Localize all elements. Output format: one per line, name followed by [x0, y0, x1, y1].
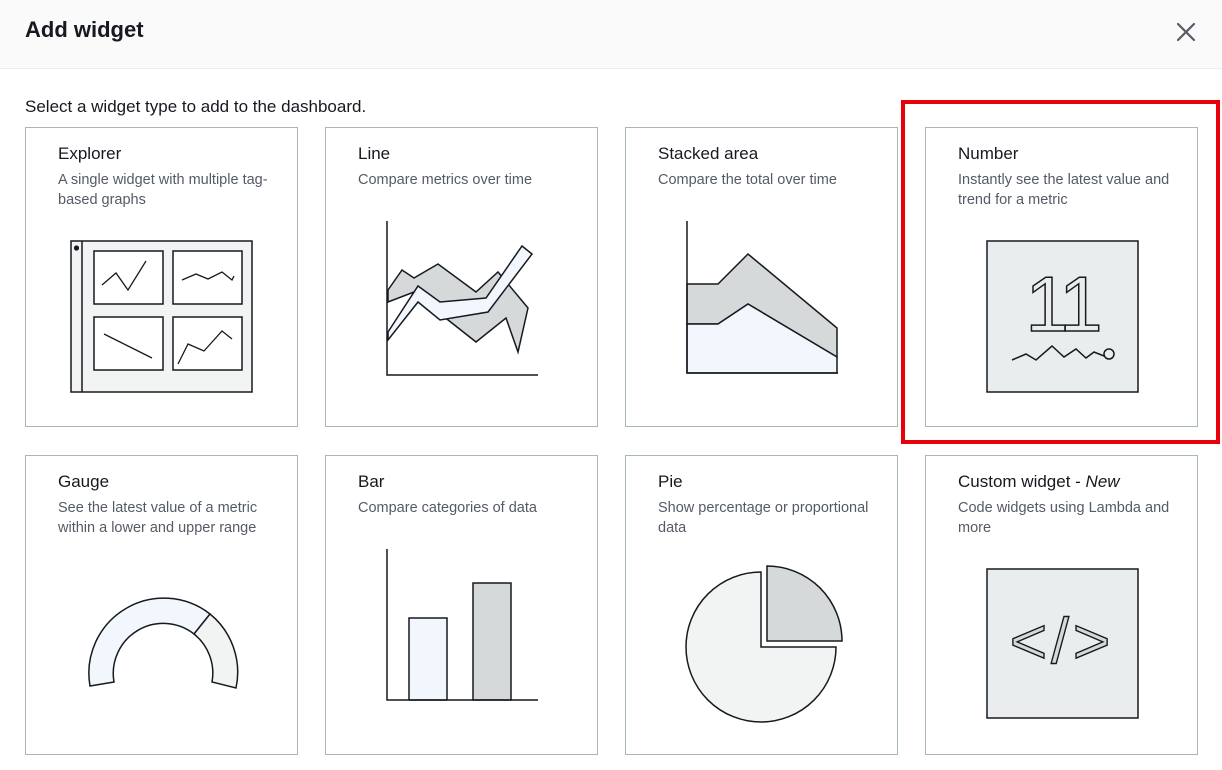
close-button[interactable] — [1170, 16, 1202, 48]
number-digits: 11 — [1026, 260, 1100, 348]
pie-chart-illustration — [685, 565, 843, 723]
stacked-area-illustration — [686, 221, 838, 374]
line-chart-illustration — [386, 221, 538, 376]
widget-card-gauge[interactable]: Gauge See the latest value of a metric w… — [25, 455, 298, 755]
bar-chart-illustration — [386, 549, 538, 701]
widget-card-custom[interactable]: Custom widget - New Code widgets using L… — [925, 455, 1198, 755]
dialog-header: Add widget — [0, 0, 1222, 69]
widget-card-explorer[interactable]: Explorer A single widget with multiple t… — [25, 127, 298, 427]
widget-card-number[interactable]: Number Instantly see the latest value an… — [925, 127, 1198, 427]
widget-card-pie[interactable]: Pie Show percentage or proportional data — [625, 455, 898, 755]
widget-card-stacked-area[interactable]: Stacked area Compare the total over time — [625, 127, 898, 427]
code-glyph: </> — [1010, 605, 1115, 677]
explorer-illustration — [70, 240, 253, 393]
widget-card-bar[interactable]: Bar Compare categories of data — [325, 455, 598, 755]
gauge-illustration — [88, 597, 239, 689]
instructions-text: Select a widget type to add to the dashb… — [25, 97, 367, 116]
code-icon: </> — [986, 568, 1139, 719]
widget-card-line[interactable]: Line Compare metrics over time — [325, 127, 598, 427]
number-illustration: 11 — [986, 240, 1139, 393]
dialog-title: Add widget — [25, 17, 144, 42]
close-icon — [1176, 22, 1196, 42]
